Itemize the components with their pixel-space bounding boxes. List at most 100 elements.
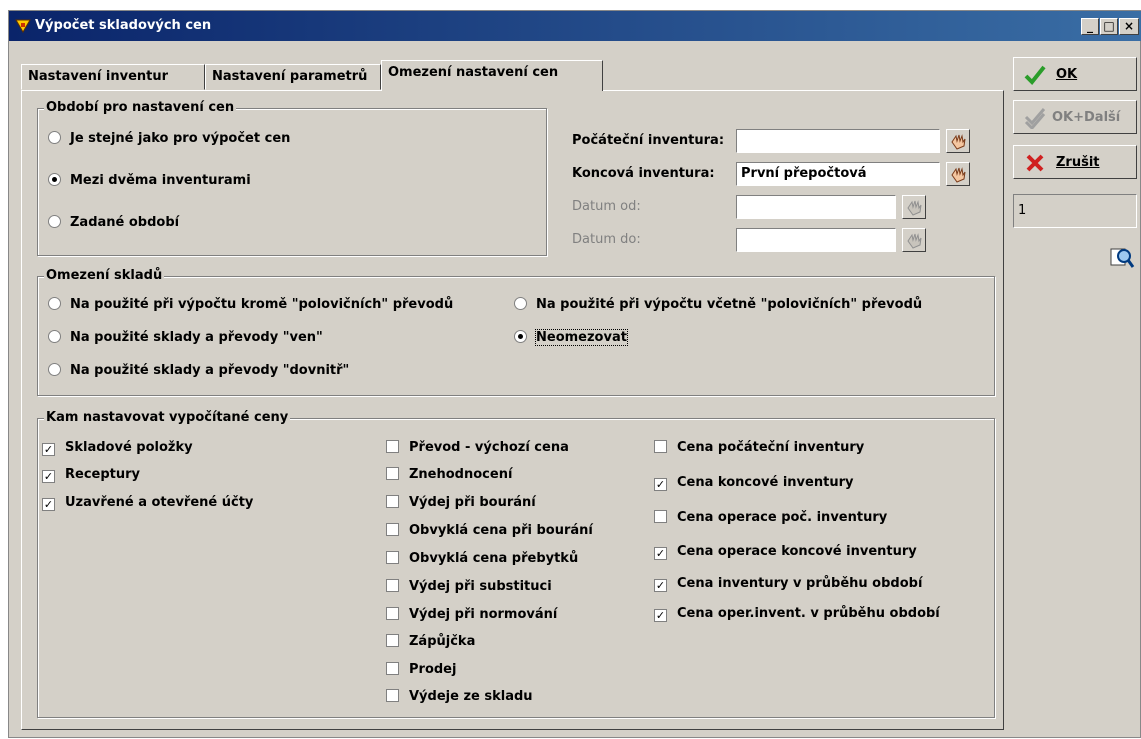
check-loan[interactable]: Zápůjčka [386,634,475,649]
help-search-icon[interactable] [1109,246,1135,270]
warehouse-legend: Omezení skladů [44,268,165,283]
tab-price-limits[interactable]: Omezení nastavení cen [381,60,603,91]
ok-button[interactable]: OK [1013,57,1137,91]
option-label: Je stejné jako pro výpočet cen [70,131,291,146]
checkbox-label: Cena operace poč. inventury [677,510,888,525]
radio-icon [48,363,61,376]
warehouse-group: Omezení skladů Na použité při výpočtu kr… [37,268,995,396]
checkbox-label: Uzavřené a otevřené účty [65,495,254,510]
check-depreciation[interactable]: Znehodnocení [386,467,512,482]
check-accounts[interactable]: ✓ Uzavřené a otevřené účty [42,495,253,511]
option-label: Na použité při výpočtu včetně "poloviční… [536,297,923,312]
check-end-inventory-price[interactable]: ✓ Cena koncové inventury [654,475,853,491]
ok-next-button[interactable]: OK+Další [1013,100,1137,134]
date-from-pick-button[interactable] [902,195,926,219]
checkbox-icon [386,523,399,536]
checkbox-label: Zápůjčka [409,634,476,649]
check-transfer-default-price[interactable]: Převod - výchozí cena [386,440,569,455]
hand-pointer-disabled-icon [907,233,922,249]
checkbox-icon [386,607,399,620]
maximize-button[interactable]: □ [1100,18,1118,35]
main-panel: Nastavení inventur Nastavení parametrů O… [9,51,1004,739]
hand-pointer-disabled-icon [907,200,922,216]
targets-legend: Kam nastavovat vypočítané ceny [44,410,291,425]
option-label: Mezi dvěma inventurami [70,173,251,188]
start-inventory-pick-button[interactable] [946,129,970,153]
check-issue-norm[interactable]: Výdej při normování [386,607,557,622]
close-button[interactable]: × [1119,18,1139,35]
warehouse-option-including-half[interactable]: Na použité při výpočtu včetně "poloviční… [514,297,922,312]
checkbox-label: Cena počáteční inventury [677,440,865,455]
tab-inventory-settings[interactable]: Nastavení inventur [21,64,205,90]
minimize-button[interactable]: _ [1081,18,1099,35]
checkbox-icon [386,467,399,480]
check-recipes[interactable]: ✓ Receptury [42,467,140,483]
date-from-label: Datum od: [572,199,641,214]
option-label: Na použité sklady a převody "dovnitř" [70,363,350,378]
check-start-inventory-price[interactable]: Cena počáteční inventury [654,440,864,455]
cancel-label: Zrušit [1056,155,1100,170]
checkbox-icon [386,440,399,453]
checkmark-icon [1024,65,1046,85]
app-icon [15,19,31,33]
checkbox-checked-icon: ✓ [654,478,667,491]
end-inventory-label: Koncová inventura: [572,166,715,181]
checkbox-label: Obvyklá cena při bourání [409,523,593,538]
checkbox-label: Receptury [65,467,141,482]
option-label: Zadané období [70,215,180,230]
period-legend: Období pro nastavení cen [44,100,237,115]
period-option-custom[interactable]: Zadané období [48,215,179,230]
check-period-inventory-op-price[interactable]: ✓ Cena oper.invent. v průběhu období [654,606,940,622]
check-end-inventory-op-price[interactable]: ✓ Cena operace koncové inventury [654,544,917,560]
hand-pointer-icon [951,167,966,183]
checkbox-label: Znehodnocení [409,467,513,482]
checkbox-checked-icon: ✓ [654,547,667,560]
check-sale[interactable]: Prodej [386,662,456,677]
checkbox-icon [386,495,399,508]
check-stock-items[interactable]: ✓ Skladové položky [42,440,193,456]
window-title: Výpočet skladových cen [35,18,212,33]
warehouse-option-out[interactable]: Na použité sklady a převody "ven" [48,330,323,345]
check-start-inventory-op-price[interactable]: Cena operace poč. inventury [654,510,887,525]
period-option-same[interactable]: Je stejné jako pro výpočet cen [48,131,290,146]
targets-group: Kam nastavovat vypočítané ceny ✓ Skladové… [37,410,995,718]
checkbox-label: Výdeje ze skladu [409,689,533,704]
dialog-window: Výpočet skladových cen _ □ × Nastavení i… [8,10,1141,738]
start-inventory-field[interactable] [736,129,940,153]
check-issue-substitution[interactable]: Výdej při substituci [386,579,552,594]
checkbox-label: Obvyklá cena přebytků [409,551,579,566]
radio-icon [48,330,61,343]
ok-label: OK [1056,67,1078,82]
option-label: Na použité při výpočtu kromě "polovičníc… [70,297,454,312]
warehouse-option-no-limit[interactable]: Neomezovat [514,329,628,346]
check-usual-price-breakdown[interactable]: Obvyklá cena při bourání [386,523,593,538]
end-inventory-field[interactable]: První přepočtová [736,162,940,186]
check-period-inventory-price[interactable]: ✓ Cena inventury v průběhu období [654,576,922,592]
double-checkmark-icon [1024,108,1046,129]
radio-icon [48,131,61,144]
end-inventory-pick-button[interactable] [946,162,970,186]
warehouse-option-in[interactable]: Na použité sklady a převody "dovnitř" [48,363,349,378]
checkbox-icon [386,551,399,564]
radio-icon [48,215,61,228]
checkbox-label: Výdej při bourání [409,495,536,510]
tab-parameter-settings[interactable]: Nastavení parametrů [205,64,381,90]
checkbox-label: Cena oper.invent. v průběhu období [677,606,940,621]
check-issue-breakdown[interactable]: Výdej při bourání [386,495,536,510]
check-usual-price-surplus[interactable]: Obvyklá cena přebytků [386,551,578,566]
checkbox-icon [654,510,667,523]
check-warehouse-issues[interactable]: Výdeje ze skladu [386,689,533,704]
date-to-pick-button[interactable] [902,228,926,252]
ok-next-label: OK+Další [1052,110,1121,125]
date-from-field[interactable] [736,195,896,219]
date-to-field[interactable] [736,228,896,252]
period-option-between-inventories[interactable]: Mezi dvěma inventurami [48,173,251,188]
checkbox-label: Výdej při substituci [409,579,552,594]
checkbox-label: Cena operace koncové inventury [677,544,917,559]
checkbox-icon [386,634,399,647]
cancel-button[interactable]: Zrušit [1013,145,1137,179]
checkbox-label: Výdej při normování [409,607,558,622]
checkbox-icon [654,440,667,453]
warehouse-option-except-half[interactable]: Na použité při výpočtu kromě "polovičníc… [48,297,453,312]
start-inventory-label: Počáteční inventura: [572,133,725,148]
